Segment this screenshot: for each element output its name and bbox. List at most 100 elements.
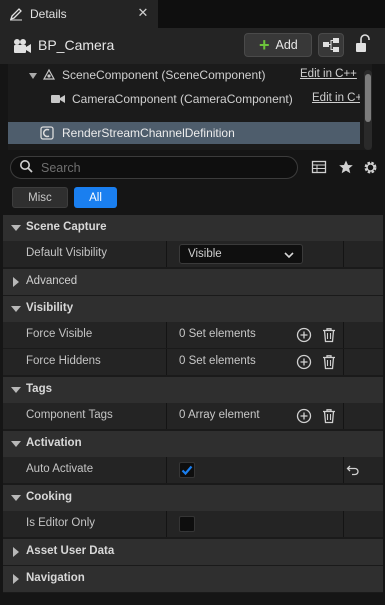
lock-button[interactable] xyxy=(352,34,372,56)
prop-row-component-tags: Component Tags 0 Array element xyxy=(3,403,383,429)
prop-label: Force Hiddens xyxy=(26,355,101,367)
expand-arrow-icon[interactable] xyxy=(10,573,22,585)
add-element-icon[interactable] xyxy=(296,354,312,370)
component-tree: SceneComponent (SceneComponent) Edit in … xyxy=(8,64,372,150)
column-divider xyxy=(166,241,167,267)
prop-value: 0 Set elements xyxy=(179,355,256,367)
star-icon[interactable] xyxy=(338,159,356,177)
tree-item-camera-component[interactable]: CameraComponent (CameraComponent) Edit i… xyxy=(8,88,360,110)
actor-name: BP_Camera xyxy=(38,37,115,53)
collapse-arrow-icon[interactable] xyxy=(10,492,22,504)
prop-value: 0 Array element xyxy=(179,409,260,421)
filter-all-button[interactable]: All xyxy=(74,187,117,208)
column-divider xyxy=(166,457,167,483)
column-divider xyxy=(166,322,167,348)
details-panel: Scene Capture Default Visibility Visible… xyxy=(3,215,383,593)
category-label: Visibility xyxy=(26,302,74,314)
category-label: Cooking xyxy=(26,491,72,503)
category-asset-user-data[interactable]: Asset User Data xyxy=(3,539,383,565)
reset-to-default-icon[interactable] xyxy=(346,463,362,479)
category-navigation[interactable]: Navigation xyxy=(3,566,383,592)
camera-icon xyxy=(50,92,66,109)
edit-in-cpp-link[interactable]: Edit in C+ xyxy=(312,92,360,104)
prop-label: Auto Activate xyxy=(26,463,94,475)
lock-icon xyxy=(356,34,370,52)
column-divider xyxy=(166,403,167,429)
collapse-arrow-icon[interactable] xyxy=(10,222,22,234)
is-editor-only-checkbox[interactable] xyxy=(179,516,195,532)
search-input[interactable] xyxy=(41,160,281,175)
category-label: Asset User Data xyxy=(26,545,115,557)
trash-icon[interactable] xyxy=(321,408,337,424)
tree-item-label: SceneComponent (SceneComponent) xyxy=(62,68,266,82)
tree-scrollbar[interactable] xyxy=(364,70,372,150)
plus-icon: + xyxy=(259,35,270,55)
column-divider xyxy=(343,403,344,429)
search-icon xyxy=(19,159,33,176)
search-box[interactable] xyxy=(10,156,298,179)
prop-label: Force Visible xyxy=(26,328,93,340)
category-label: Activation xyxy=(26,437,82,449)
column-divider xyxy=(166,349,167,375)
prop-label: Component Tags xyxy=(26,409,113,421)
prop-row-force-visible: Force Visible 0 Set elements xyxy=(3,322,383,348)
category-scene-capture[interactable]: Scene Capture xyxy=(3,215,383,241)
expand-arrow-icon[interactable] xyxy=(10,276,22,288)
column-divider xyxy=(343,322,344,348)
auto-activate-checkbox[interactable] xyxy=(179,462,195,478)
tree-item-label: CameraComponent (CameraComponent) xyxy=(72,92,293,106)
prop-value: 0 Set elements xyxy=(179,328,256,340)
edit-in-cpp-link[interactable]: Edit in C++ xyxy=(300,68,360,80)
chevron-down-icon xyxy=(284,250,294,260)
expand-arrow-icon[interactable] xyxy=(10,546,22,558)
add-element-icon[interactable] xyxy=(296,327,312,343)
column-divider xyxy=(166,511,167,537)
tree-item-render-stream-channel[interactable]: RenderStreamChannelDefinition xyxy=(8,122,360,144)
category-label: Advanced xyxy=(26,275,78,287)
category-visibility[interactable]: Visibility xyxy=(3,296,383,322)
category-activation[interactable]: Activation xyxy=(3,431,383,457)
prop-row-auto-activate: Auto Activate xyxy=(3,457,383,483)
trash-icon[interactable] xyxy=(321,354,337,370)
dropdown-value: Visible xyxy=(188,248,222,260)
add-component-button[interactable]: + Add xyxy=(244,33,312,57)
category-label: Navigation xyxy=(26,572,85,584)
pencil-icon xyxy=(8,6,24,22)
prop-row-is-editor-only: Is Editor Only xyxy=(3,511,383,537)
collapse-arrow-icon[interactable] xyxy=(10,303,22,315)
gear-icon[interactable] xyxy=(362,159,380,177)
tree-item-scene-component[interactable]: SceneComponent (SceneComponent) Edit in … xyxy=(8,64,360,86)
tree-item-label: RenderStreamChannelDefinition xyxy=(62,126,235,140)
component-icon xyxy=(40,126,54,143)
filter-misc-button[interactable]: Misc xyxy=(12,187,68,208)
collapse-arrow-icon[interactable] xyxy=(10,438,22,450)
hierarchy-button[interactable] xyxy=(318,33,344,57)
details-header: BP_Camera + Add xyxy=(0,28,385,64)
scrollbar-thumb[interactable] xyxy=(365,74,371,122)
default-visibility-dropdown[interactable]: Visible xyxy=(179,244,303,264)
add-button-label: Add xyxy=(275,38,298,52)
tab-details[interactable]: Details ✕ xyxy=(0,0,158,28)
close-icon[interactable]: ✕ xyxy=(136,6,150,20)
trash-icon[interactable] xyxy=(321,327,337,343)
column-divider xyxy=(343,241,344,267)
column-divider xyxy=(343,511,344,537)
scene-component-icon xyxy=(42,68,56,85)
collapse-arrow-icon[interactable] xyxy=(10,384,22,396)
category-label: Scene Capture xyxy=(26,221,107,233)
column-divider xyxy=(343,457,344,483)
grid-view-icon[interactable] xyxy=(311,159,329,177)
category-tags[interactable]: Tags xyxy=(3,377,383,403)
add-element-icon[interactable] xyxy=(296,408,312,424)
category-cooking[interactable]: Cooking xyxy=(3,485,383,511)
prop-row-default-visibility: Default Visibility Visible xyxy=(3,241,383,267)
expand-arrow-icon[interactable] xyxy=(28,70,38,84)
prop-label: Is Editor Only xyxy=(26,517,96,529)
category-advanced[interactable]: Advanced xyxy=(3,269,383,295)
actor-icon xyxy=(12,38,32,54)
prop-row-force-hiddens: Force Hiddens 0 Set elements xyxy=(3,349,383,375)
checkmark-icon xyxy=(181,465,193,476)
hierarchy-icon xyxy=(323,38,339,52)
tab-label: Details xyxy=(30,7,67,21)
prop-label: Default Visibility xyxy=(26,247,107,259)
